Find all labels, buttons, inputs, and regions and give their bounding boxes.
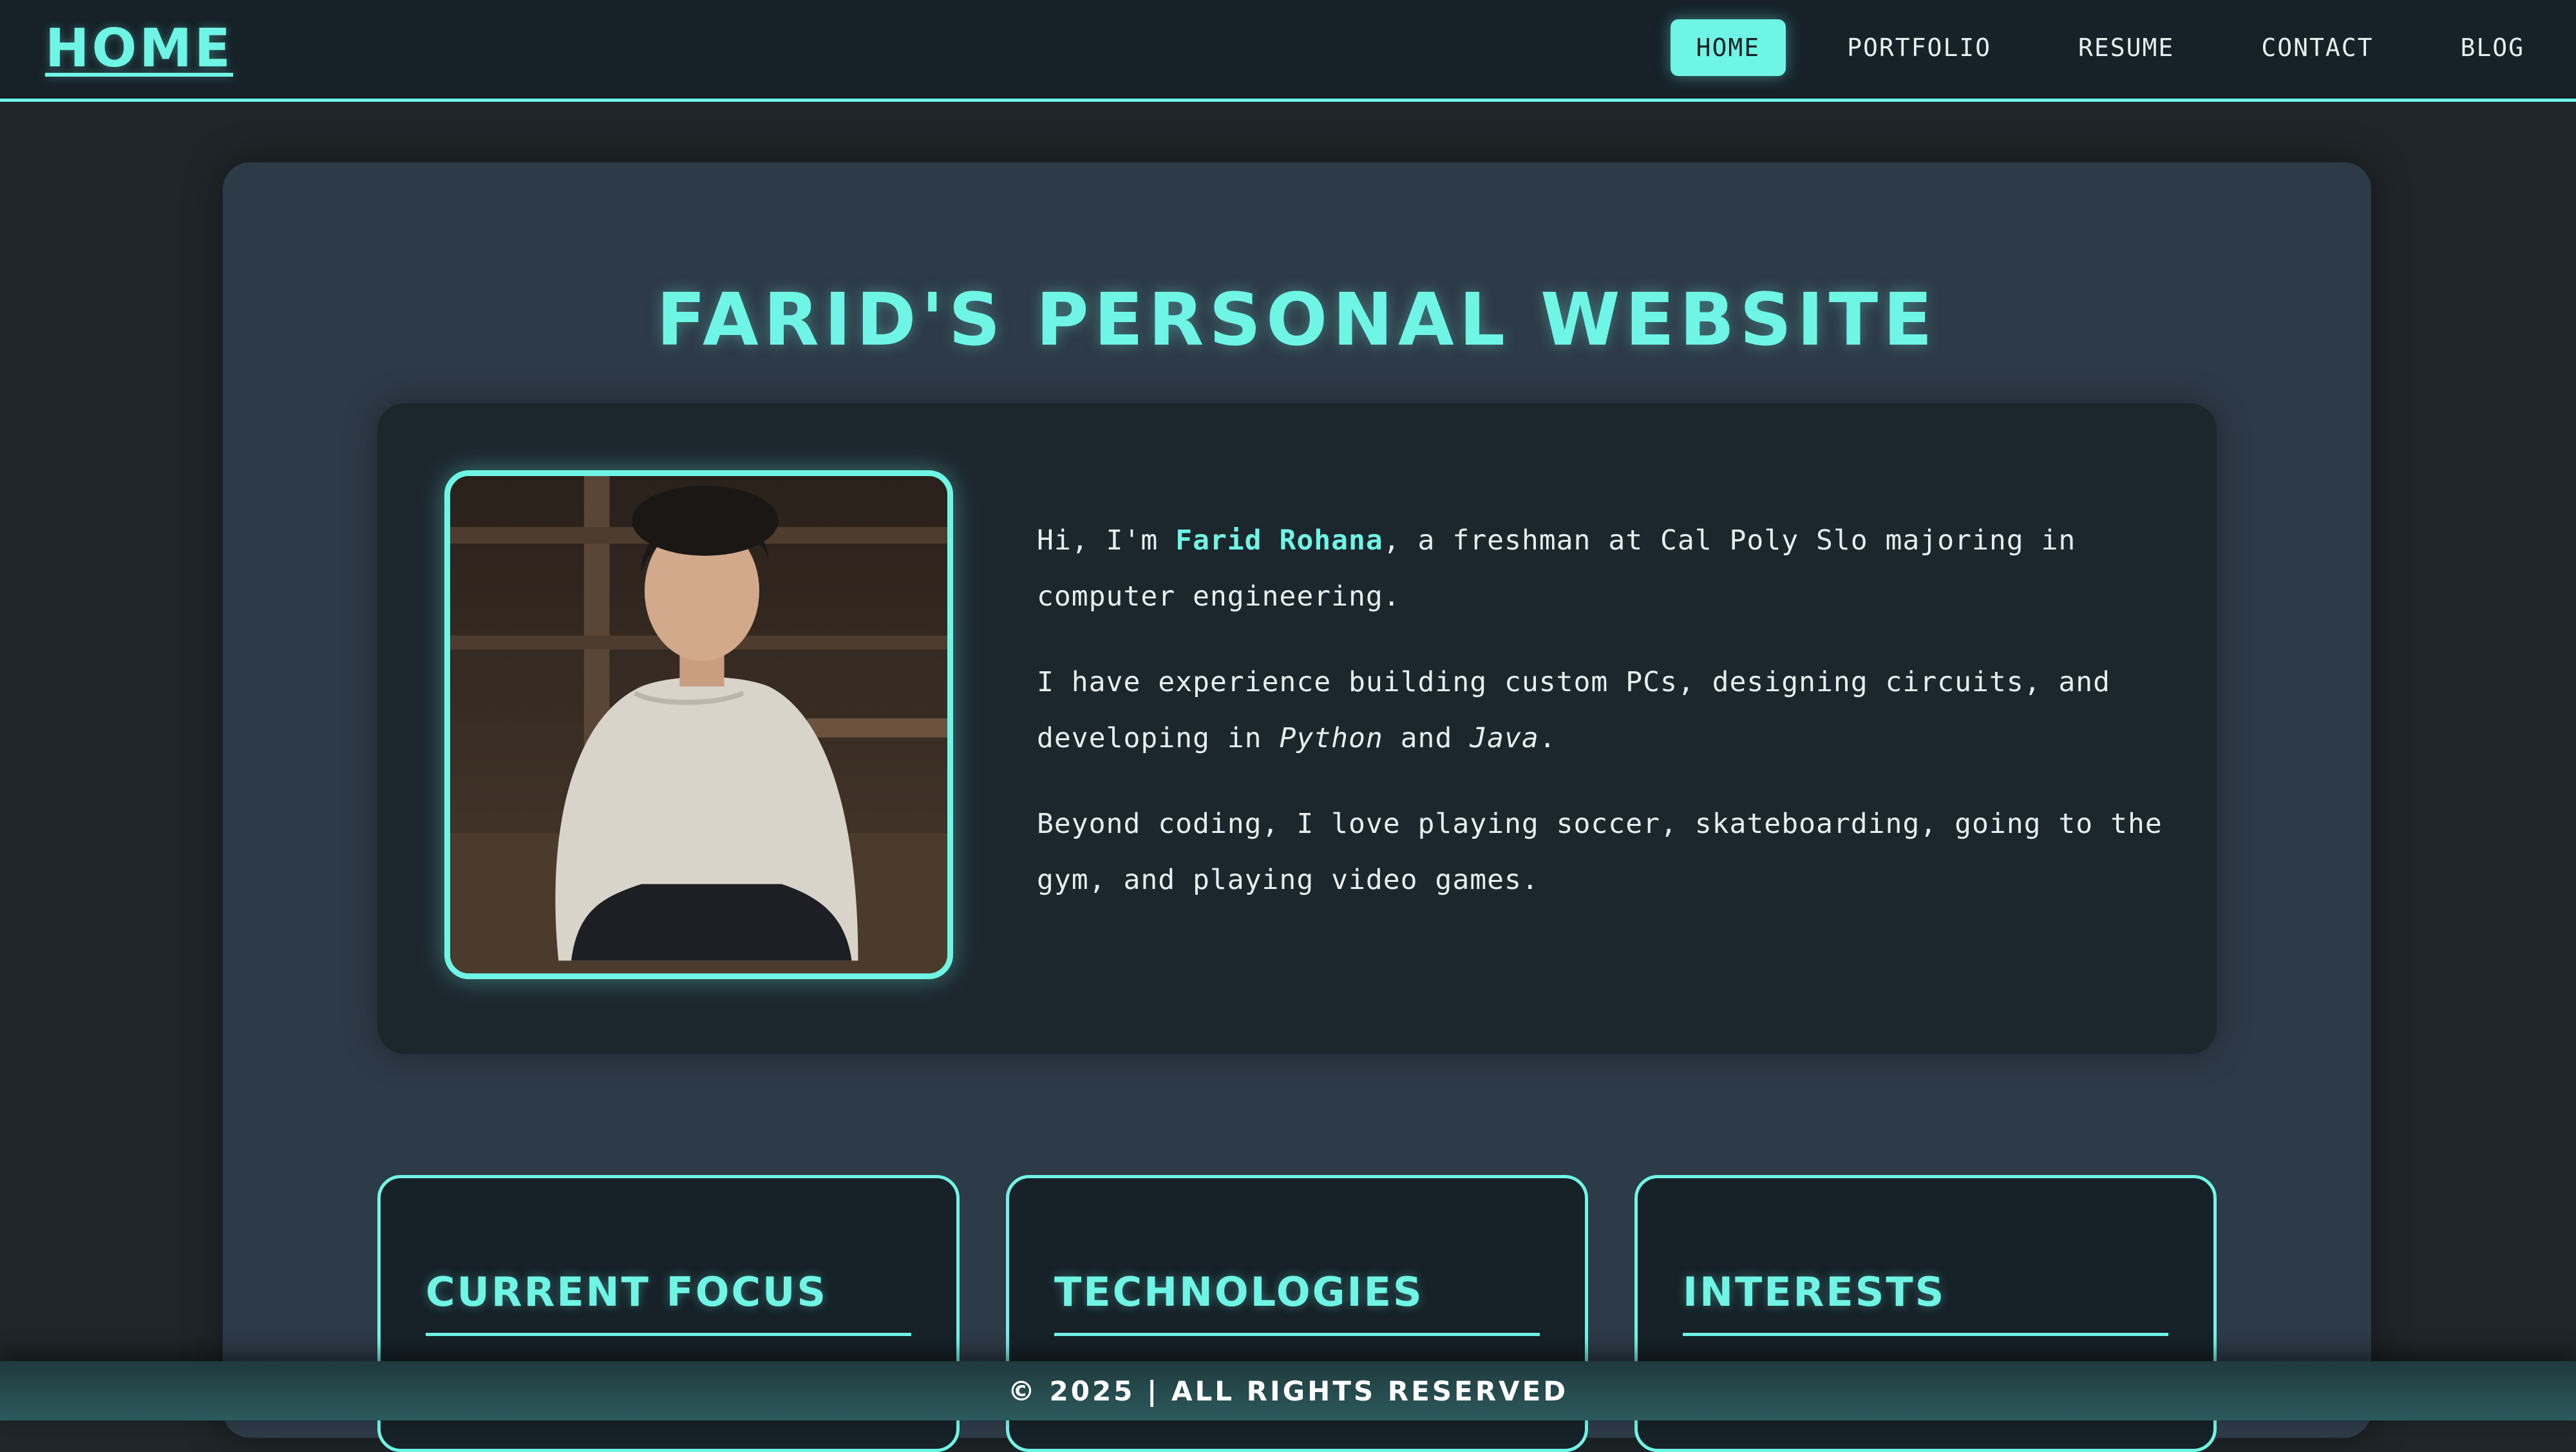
bio-p1-prefix: Hi, I'm [1037,524,1176,557]
footer-copyright: © 2025 | ALL RIGHTS RESERVED [1007,1375,1569,1407]
bio-paragraph-2: I have experience building custom PCs, d… [1037,654,2170,767]
card-divider [1054,1333,1540,1336]
bio-lang-java: Java [1470,722,1539,754]
profile-photo [444,470,953,979]
main-panel: FARID'S PERSONAL WEBSITE Hi, I'm Farid R… [223,162,2371,1452]
bio-name: Farid Rohana [1175,524,1383,557]
card-title-current-focus: CURRENT FOCUS [426,1268,828,1315]
card-title-interests: INTERESTS [1683,1268,1946,1315]
nav-links: HOME PORTFOLIO RESUME CONTACT BLOG [1635,19,2550,76]
top-navbar: HOME HOME PORTFOLIO RESUME CONTACT BLOG [0,0,2576,102]
page-title: FARID'S PERSONAL WEBSITE [656,278,1938,362]
footer: © 2025 | ALL RIGHTS RESERVED [0,1361,2576,1420]
nav-link-portfolio[interactable]: PORTFOLIO [1821,19,2017,76]
card-divider [426,1333,911,1336]
portrait-image [450,476,947,973]
brand-home-link[interactable]: HOME [45,18,233,79]
bio-p2-prefix: I have experience building custom PCs, d… [1037,666,2111,754]
nav-link-home[interactable]: HOME [1670,19,1786,76]
nav-link-blog[interactable]: BLOG [2434,19,2550,76]
nav-link-resume[interactable]: RESUME [2052,19,2200,76]
bio-lang-python: Python [1279,722,1383,754]
nav-link-contact[interactable]: CONTACT [2235,19,2399,76]
card-divider [1683,1333,2168,1336]
intro-card: Hi, I'm Farid Rohana, a freshman at Cal … [377,403,2217,1054]
bio-paragraph-1: Hi, I'm Farid Rohana, a freshman at Cal … [1037,513,2170,625]
bio-paragraph-3: Beyond coding, I love playing soccer, sk… [1037,808,2163,896]
bio-text: Hi, I'm Farid Rohana, a freshman at Cal … [1037,513,2170,938]
bio-p2-suffix: . [1539,722,1557,754]
bio-p2-mid: and [1383,722,1470,754]
card-title-technologies: TECHNOLOGIES [1054,1268,1424,1315]
